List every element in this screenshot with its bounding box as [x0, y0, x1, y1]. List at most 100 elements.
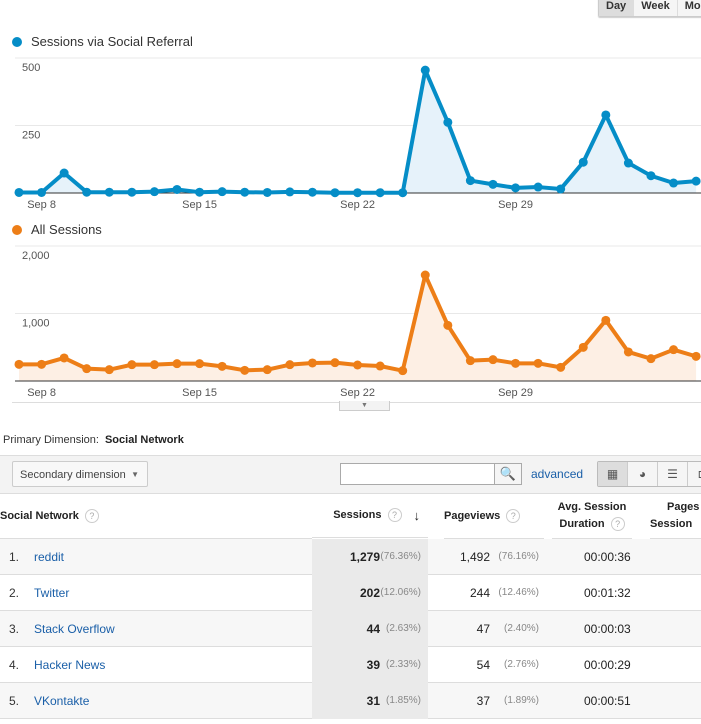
- y-tick-label: 1,000: [22, 318, 50, 330]
- secondary-dimension-label: Secondary dimension: [20, 469, 126, 481]
- data-point: [691, 351, 701, 361]
- data-point: [398, 366, 408, 376]
- data-point: [195, 359, 205, 369]
- social-network-link[interactable]: Hacker News: [34, 658, 105, 672]
- social-network-link[interactable]: Stack Overflow: [34, 622, 115, 636]
- sessions-cell: 31 (1.85%): [312, 683, 428, 719]
- data-point: [556, 362, 566, 372]
- help-icon[interactable]: ?: [387, 508, 402, 522]
- data-point: [330, 358, 340, 368]
- data-point: [262, 365, 272, 375]
- data-point: [511, 358, 521, 368]
- data-point: [646, 354, 656, 364]
- header-label: Sessions: [333, 509, 382, 521]
- data-point: [488, 355, 498, 365]
- table-toolbar: Secondary dimension ▼ 🔍 advanced ▦ ◕ ☰ ⊏: [0, 455, 701, 494]
- data-point: [420, 270, 430, 280]
- sessions-value: 44: [366, 622, 380, 636]
- x-tick-label: Sep 15: [182, 387, 217, 399]
- sessions-percent: (2.33%): [385, 659, 421, 670]
- search-input[interactable]: [340, 463, 495, 485]
- sessions-cell: 1,279 (76.36%): [312, 539, 428, 575]
- data-point: [172, 359, 182, 369]
- pageviews-value: 244: [469, 586, 490, 600]
- sessions-percent: (12.06%): [380, 587, 421, 598]
- header-avg-session-duration[interactable]: Avg. Session Duration?: [552, 493, 632, 539]
- avg-session-duration: 00:00:36: [584, 550, 631, 564]
- data-point: [59, 353, 69, 363]
- search-icon: 🔍: [499, 466, 517, 481]
- data-point: [443, 320, 453, 330]
- data-point: [285, 360, 295, 370]
- pageviews-percent: (2.40%): [503, 623, 539, 634]
- data-point: [104, 365, 114, 375]
- data-point: [601, 315, 611, 325]
- data-point: [37, 359, 47, 369]
- row-number: 3.: [9, 622, 20, 636]
- sessions-percent: (1.85%): [385, 695, 421, 706]
- pageviews-percent: (12.46%): [498, 587, 539, 598]
- chevron-down-icon: ▼: [131, 470, 139, 479]
- pageviews-percent: (76.16%): [498, 551, 539, 562]
- collapse-chart-button[interactable]: ▼: [339, 401, 390, 411]
- social-network-link[interactable]: reddit: [34, 550, 64, 564]
- x-tick-label: Sep 29: [498, 387, 533, 399]
- avg-session-duration: 00:00:51: [584, 694, 631, 708]
- avg-session-duration: 00:00:29: [584, 658, 631, 672]
- pivot-view-icon[interactable]: ⊏: [687, 462, 701, 486]
- row-number: 2.: [9, 586, 20, 600]
- social-network-link[interactable]: VKontakte: [34, 694, 89, 708]
- data-point: [578, 342, 588, 352]
- sessions-percent: (2.63%): [385, 623, 421, 634]
- advanced-link[interactable]: advanced: [531, 467, 583, 481]
- secondary-dimension-dropdown[interactable]: Secondary dimension ▼: [12, 461, 148, 487]
- data-point: [82, 364, 92, 374]
- data-point: [375, 361, 385, 371]
- row-number: 5.: [9, 694, 20, 708]
- sessions-cell: 202 (12.06%): [312, 575, 428, 611]
- table-row: 4. Hacker News 39 (2.33%) 54 (2.76%) 00:0…: [0, 647, 701, 683]
- help-icon[interactable]: ?: [84, 508, 99, 523]
- sessions-value: 202: [359, 586, 380, 600]
- performance-view-icon[interactable]: ☰: [657, 462, 687, 486]
- sessions-value: 39: [366, 658, 380, 672]
- header-label: Duration: [559, 517, 605, 530]
- sort-arrow-down-icon[interactable]: ↓: [414, 508, 421, 523]
- data-point: [149, 360, 159, 370]
- x-tick-label: Sep 22: [340, 387, 375, 399]
- sessions-value: 31: [366, 694, 380, 708]
- pie-view-icon[interactable]: ◕: [627, 462, 657, 486]
- sessions-cell: 39 (2.33%): [312, 647, 428, 683]
- help-icon[interactable]: ?: [506, 508, 521, 523]
- data-point: [240, 365, 250, 375]
- header-label: Pages /: [667, 500, 701, 513]
- search-button[interactable]: 🔍: [494, 463, 522, 485]
- pageviews-value: 1,492: [459, 550, 490, 564]
- header-label: Social Network: [0, 509, 79, 522]
- header-pageviews[interactable]: Pageviews?: [444, 493, 544, 539]
- table-row: 3. Stack Overflow 44 (2.63%) 47 (2.40%) 0…: [0, 611, 701, 647]
- data-point: [669, 345, 679, 355]
- data-point: [14, 359, 24, 369]
- header-label: Avg. Session: [557, 500, 627, 513]
- pageviews-value: 47: [476, 622, 490, 636]
- pageviews-percent: (1.89%): [503, 695, 539, 706]
- table-view-icon[interactable]: ▦: [598, 462, 627, 486]
- data-point: [353, 360, 363, 370]
- header-social-network[interactable]: Social Network?: [0, 493, 312, 539]
- primary-dimension-label: Primary Dimension:: [3, 434, 99, 446]
- sessions-cell: 44 (2.63%): [312, 611, 428, 647]
- help-icon[interactable]: ?: [610, 516, 625, 531]
- table-row: 2. Twitter 202 (12.06%) 244 (12.46%) 00:0…: [0, 575, 701, 611]
- header-label: Pageviews: [444, 509, 501, 522]
- data-point: [307, 358, 317, 368]
- header-pages-per-session[interactable]: Pages / Session: [650, 493, 701, 539]
- primary-dimension: Primary Dimension: Social Network: [3, 434, 184, 446]
- header-sessions[interactable]: Sessions? ↓: [312, 493, 428, 538]
- social-network-link[interactable]: Twitter: [34, 586, 69, 600]
- avg-session-duration: 00:01:32: [584, 586, 631, 600]
- data-point: [533, 358, 543, 368]
- primary-dimension-value[interactable]: Social Network: [105, 434, 184, 446]
- y-tick-label: 2,000: [22, 250, 50, 262]
- row-number: 4.: [9, 658, 20, 672]
